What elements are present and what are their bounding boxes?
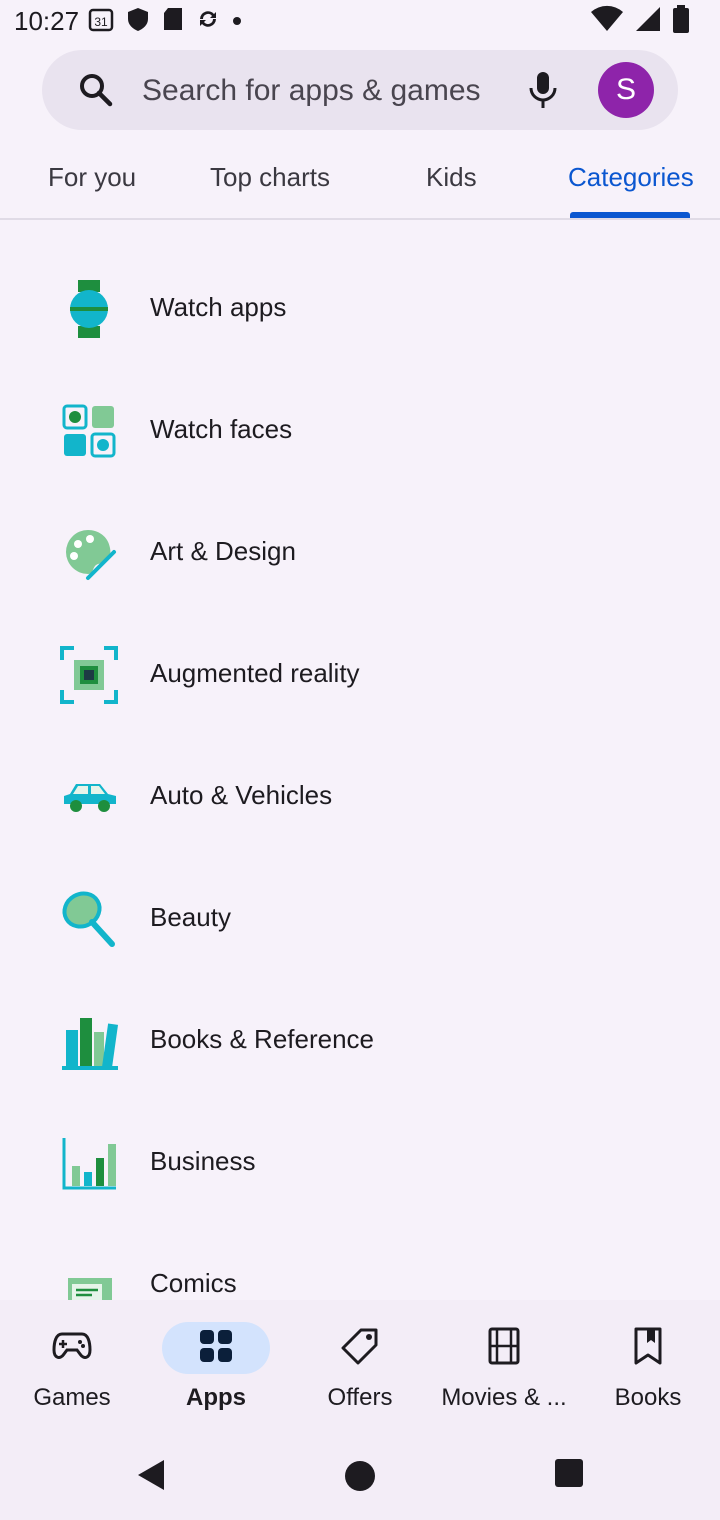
nav-label: Offers — [327, 1384, 393, 1411]
signal-icon — [634, 5, 662, 38]
category-label: Augmented reality — [150, 658, 360, 688]
search-icon[interactable] — [78, 72, 114, 113]
nav-label: Movies & ... — [441, 1384, 567, 1411]
list-item-books-reference[interactable]: Books & Reference — [0, 986, 720, 1096]
list-item-augmented-reality[interactable]: Augmented reality — [0, 620, 720, 730]
nav-label: Apps — [186, 1384, 246, 1411]
comics-icon — [58, 1254, 120, 1300]
search-bar[interactable]: S — [42, 50, 678, 130]
category-label: Art & Design — [150, 536, 296, 566]
mirror-icon — [58, 888, 120, 950]
category-label: Books & Reference — [150, 1024, 375, 1054]
system-navigation-bar — [0, 1428, 720, 1520]
dot-icon — [232, 13, 242, 31]
category-label: Comics — [150, 1268, 237, 1298]
avatar[interactable]: S — [598, 62, 654, 118]
list-item-art-design[interactable]: Art & Design — [0, 498, 720, 608]
battery-icon — [672, 4, 690, 39]
calendar-badge: 31 — [94, 15, 108, 29]
bookmark-icon — [633, 1327, 663, 1370]
category-list: Watch apps Watch faces Art & Design Augm… — [0, 220, 720, 1300]
film-icon — [488, 1327, 520, 1370]
nav-icon-container — [450, 1322, 558, 1374]
notification-icons: 31 — [88, 6, 242, 37]
microphone-icon[interactable] — [524, 70, 562, 115]
back-icon[interactable] — [136, 1458, 166, 1497]
nav-icon-container — [18, 1322, 126, 1374]
augmented-reality-icon — [58, 644, 120, 706]
nav-label: Games — [33, 1384, 111, 1411]
active-tab-indicator — [570, 212, 690, 218]
bar-chart-icon — [58, 1132, 120, 1194]
system-icons — [590, 4, 690, 39]
nav-icon-container — [162, 1322, 270, 1374]
list-item-beauty[interactable]: Beauty — [0, 864, 720, 974]
gamepad-icon — [52, 1328, 92, 1369]
shield-icon — [126, 6, 150, 37]
category-label: Beauty — [150, 902, 231, 932]
tab-kids[interactable]: Kids — [426, 162, 477, 193]
list-item-watch-apps[interactable]: Watch apps — [0, 254, 720, 364]
nav-icon-container — [306, 1322, 414, 1374]
nav-icon-container — [594, 1322, 702, 1374]
tab-top-charts[interactable]: Top charts — [210, 162, 330, 193]
list-item-auto-vehicles[interactable]: Auto & Vehicles — [0, 742, 720, 852]
wifi-icon — [590, 5, 624, 38]
category-label: Auto & Vehicles — [150, 780, 333, 810]
nav-movies[interactable]: Movies & ... — [432, 1300, 576, 1428]
status-time: 10:27 — [14, 6, 80, 36]
category-label: Watch apps — [150, 292, 287, 322]
calendar-icon: 31 — [88, 6, 114, 37]
nav-books[interactable]: Books — [576, 1300, 720, 1428]
sd-card-icon — [162, 6, 184, 37]
list-item-watch-faces[interactable]: Watch faces — [0, 376, 720, 486]
recents-icon[interactable] — [554, 1458, 584, 1493]
tab-for-you[interactable]: For you — [48, 162, 136, 193]
car-icon — [58, 766, 120, 828]
nav-label: Books — [614, 1384, 682, 1411]
status-bar: 10:27 31 — [0, 0, 720, 44]
nav-games[interactable]: Games — [0, 1300, 144, 1428]
nav-offers[interactable]: Offers — [288, 1300, 432, 1428]
search-input[interactable] — [140, 64, 524, 118]
list-item-business[interactable]: Business — [0, 1108, 720, 1218]
apps-icon — [199, 1329, 233, 1368]
sync-icon — [196, 7, 220, 36]
list-item-comics[interactable]: Comics — [0, 1230, 720, 1300]
bottom-navigation: Games Apps Offers Movies & ... Books — [0, 1300, 720, 1428]
category-label: Watch faces — [150, 414, 293, 444]
nav-apps[interactable]: Apps — [144, 1300, 288, 1428]
books-icon — [58, 1010, 120, 1072]
category-label: Business — [150, 1146, 256, 1176]
home-icon[interactable] — [342, 1458, 378, 1499]
watch-faces-icon — [58, 400, 120, 462]
palette-icon — [58, 522, 120, 584]
watch-icon — [58, 278, 120, 340]
tab-bar: For you Top charts Kids Categories — [0, 140, 720, 220]
tag-icon — [341, 1327, 379, 1370]
tab-categories[interactable]: Categories — [568, 162, 694, 193]
